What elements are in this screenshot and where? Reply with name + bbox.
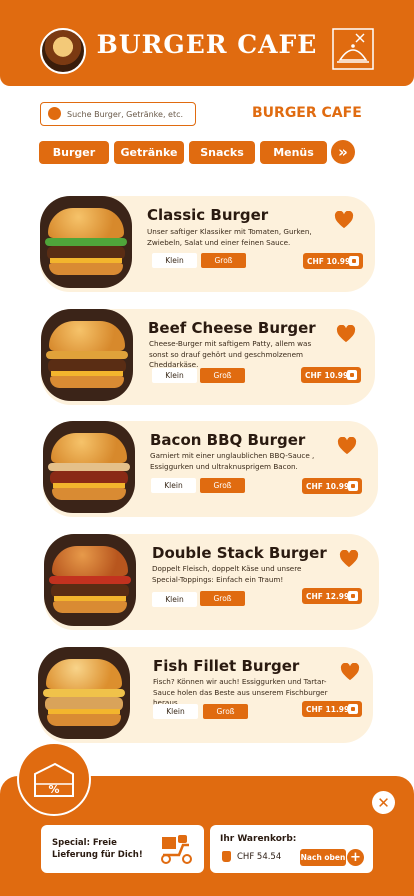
cart-icon — [348, 591, 358, 601]
price-add-button[interactable]: CHF 10.99 — [302, 478, 362, 494]
svg-text:%: % — [48, 783, 59, 796]
category-tab-burger[interactable]: Burger — [39, 141, 109, 164]
burger-image — [40, 196, 132, 288]
item-description: Doppelt Fleisch, doppelt Käse und unsere… — [152, 564, 302, 584]
delivery-scooter-icon — [161, 835, 192, 864]
size-small-button[interactable]: Klein — [152, 592, 197, 607]
price-add-button[interactable]: CHF 12.99 — [302, 588, 362, 604]
promo-text: Special: Freie Lieferung für Dich! — [52, 838, 143, 860]
item-price: CHF 12.99 — [306, 591, 350, 601]
search-input[interactable] — [67, 106, 191, 122]
item-description: Unser saftiger Klassiker mit Tomaten, Gu… — [147, 227, 312, 247]
promo-card[interactable]: Special: Freie Lieferung für Dich! — [41, 825, 204, 873]
size-small-button[interactable]: Klein — [152, 368, 197, 383]
section-title: BURGER CAFE — [252, 105, 362, 121]
cart-icon — [348, 704, 358, 714]
size-small-button[interactable]: Klein — [152, 253, 197, 268]
heart-icon[interactable] — [340, 663, 360, 681]
cart-icon — [347, 370, 357, 380]
item-name: Double Stack Burger — [152, 544, 327, 562]
burger-image — [43, 421, 135, 513]
burger-image — [44, 534, 136, 626]
percent-badge-icon: % — [34, 762, 74, 797]
item-name: Beef Cheese Burger — [148, 319, 316, 337]
size-large-button[interactable]: Groß — [200, 368, 245, 383]
price-add-button[interactable]: CHF 10.99 — [301, 367, 361, 383]
bag-icon — [222, 851, 231, 862]
item-description: Garniert mit einer unglaublichen BBQ-Sau… — [150, 451, 315, 471]
cloche-icon[interactable] — [332, 28, 374, 70]
cart-label: Ihr Warenkorb: — [220, 834, 297, 844]
item-price: CHF 10.99 — [305, 370, 349, 380]
menu-card[interactable]: Bacon BBQ Burger Garniert mit einer ungl… — [43, 421, 378, 517]
item-price: CHF 10.99 — [306, 481, 350, 491]
item-description: Cheese-Burger mit saftigem Patty, allem … — [149, 339, 312, 369]
cart-card: Ihr Warenkorb: CHF 54.54 Nach oben + — [210, 825, 373, 873]
cart-total: CHF 54.54 — [237, 852, 282, 862]
item-price: CHF 10.99 — [307, 256, 351, 266]
close-icon[interactable]: ✕ — [372, 791, 395, 814]
size-small-button[interactable]: Klein — [153, 704, 198, 719]
size-small-button[interactable]: Klein — [151, 478, 196, 493]
cart-icon — [349, 256, 359, 266]
deal-badge[interactable]: % — [17, 742, 91, 816]
category-tab-menues[interactable]: Menüs — [260, 141, 327, 164]
go-top-button[interactable]: Nach oben — [300, 849, 346, 866]
app-header: BURGER CAFE — [0, 0, 414, 86]
menu-card[interactable]: Double Stack Burger Doppelt Fleisch, dop… — [44, 534, 379, 630]
item-name: Bacon BBQ Burger — [150, 431, 306, 449]
size-large-button[interactable]: Groß — [203, 704, 248, 719]
menu-card[interactable]: Classic Burger Unser saftiger Klassiker … — [40, 196, 375, 292]
search-bar[interactable] — [40, 102, 196, 126]
heart-icon[interactable] — [339, 550, 359, 568]
burger-image — [38, 647, 130, 739]
menu-card[interactable]: Fish Fillet Burger Fisch? Können wir auc… — [38, 647, 373, 743]
cart-icon — [348, 481, 358, 491]
item-name: Classic Burger — [147, 206, 269, 224]
price-add-button[interactable]: CHF 10.99 — [303, 253, 363, 269]
heart-icon[interactable] — [334, 211, 354, 229]
chevrons-right-icon[interactable]: » — [331, 140, 355, 164]
menu-card[interactable]: Beef Cheese Burger Cheese-Burger mit saf… — [41, 309, 375, 405]
size-large-button[interactable]: Groß — [200, 478, 245, 493]
size-large-button[interactable]: Groß — [201, 253, 246, 268]
search-icon — [48, 107, 61, 120]
category-tab-getraenke[interactable]: Getränke — [114, 141, 184, 164]
item-name: Fish Fillet Burger — [153, 657, 300, 675]
heart-icon[interactable] — [337, 437, 357, 455]
category-tab-snacks[interactable]: Snacks — [189, 141, 255, 164]
plus-icon[interactable]: + — [347, 849, 364, 866]
item-price: CHF 11.99 — [306, 704, 350, 714]
burger-image — [41, 309, 133, 401]
price-add-button[interactable]: CHF 11.99 — [302, 701, 362, 717]
size-large-button[interactable]: Groß — [200, 591, 245, 606]
heart-icon[interactable] — [336, 325, 356, 343]
